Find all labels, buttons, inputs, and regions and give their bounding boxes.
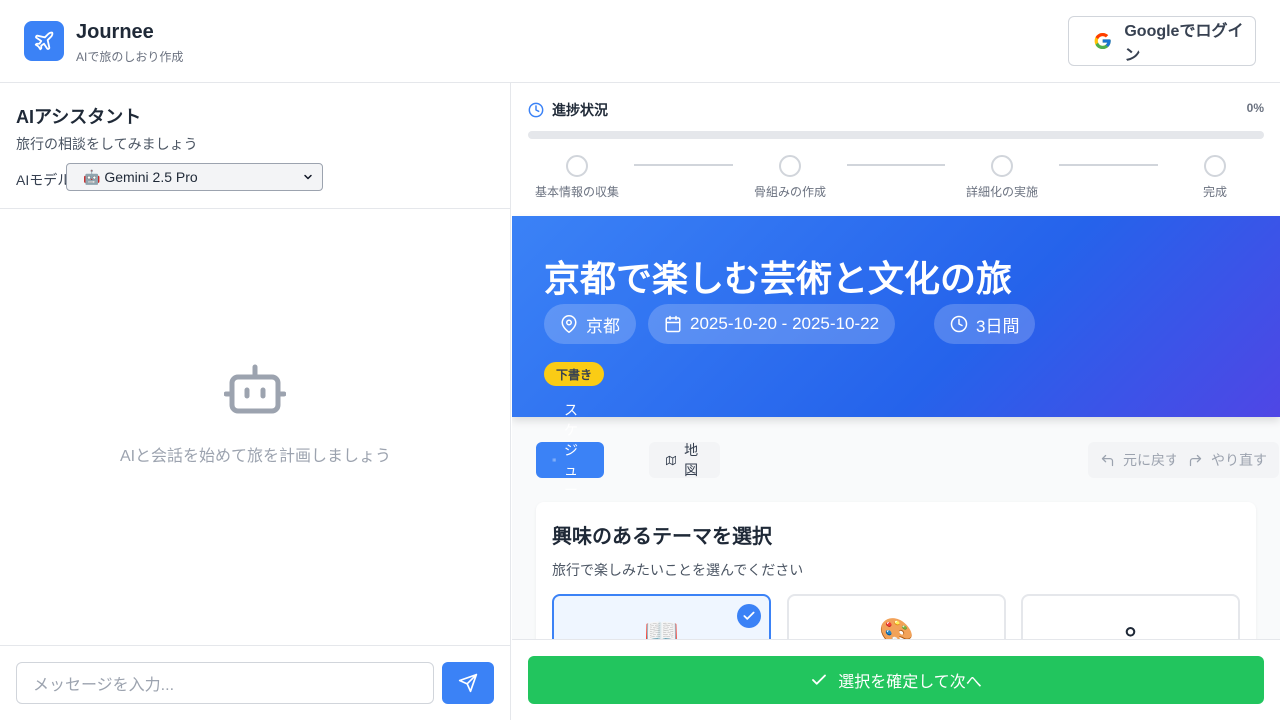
step-item: 骨組みの作成	[735, 155, 845, 200]
trip-location: 京都	[544, 304, 636, 344]
step-label: 骨組みの作成	[753, 185, 826, 199]
tab-map[interactable]: 地図	[649, 442, 720, 478]
brand-subtitle: AIで旅のしおり作成	[76, 50, 184, 64]
model-selected-value: 🤖 Gemini 2.5 Pro	[83, 168, 198, 185]
airplane-icon	[34, 31, 54, 51]
itinerary-panel: 進捗状況 0% 基本情報の収集 骨組みの作成 詳細化の実施 完成 京都で楽しむ芸…	[512, 83, 1280, 720]
model-select[interactable]: 🤖 Gemini 2.5 Pro	[66, 163, 323, 191]
trip-duration-text: 3日間	[976, 316, 1020, 336]
step-connector	[634, 164, 733, 166]
progress-label: 進捗状況	[528, 100, 608, 120]
trip-dates-text: 2025-10-20 - 2025-10-22	[690, 314, 880, 333]
check-icon	[812, 674, 827, 685]
step-circle	[991, 155, 1013, 177]
chevron-down-icon	[304, 174, 312, 180]
trip-title: 京都で楽しむ芸術と文化の旅	[544, 258, 1013, 299]
step-item: 完成	[1160, 155, 1270, 200]
progress-bar	[528, 131, 1264, 139]
progress-percent: 0%	[1246, 101, 1264, 115]
clock-icon	[950, 315, 968, 333]
check-icon	[737, 604, 761, 628]
trip-dates: 2025-10-20 - 2025-10-22	[648, 304, 896, 344]
send-button[interactable]	[442, 662, 494, 704]
clock-icon	[528, 102, 544, 118]
map-icon	[666, 455, 677, 465]
chat-panel: AIアシスタント 旅行の相談をしてみましょう AIモデル: 🤖 Gemini 2…	[0, 83, 511, 720]
brand-name: Journee	[76, 21, 154, 43]
google-icon	[1094, 32, 1111, 50]
status-badge: 下書き	[544, 362, 605, 386]
redo-label: やり直す	[1211, 452, 1267, 468]
step-label: 完成	[1202, 185, 1227, 199]
google-login-label: Googleでログイン	[1124, 23, 1244, 64]
step-circle	[566, 155, 588, 177]
chat-input-bar: メッセージを入力...	[0, 645, 511, 720]
undo-label: 元に戻す	[1123, 452, 1179, 468]
chat-empty-message: AIと会話を始めて旅を計画しましょう	[119, 448, 392, 465]
trip-hero: 京都で楽しむ芸術と文化の旅 京都 2025-10-20 - 2025-10-22…	[512, 216, 1280, 417]
bot-icon	[223, 363, 287, 422]
progress-section: 進捗状況 0% 基本情報の収集 骨組みの作成 詳細化の実施 完成	[512, 83, 1280, 216]
step-circle	[1204, 155, 1226, 177]
confirm-button[interactable]: 選択を確定して次へ	[528, 656, 1264, 704]
chat-description: 旅行の相談をしてみましょう	[16, 136, 198, 152]
redo-button[interactable]: やり直す	[1176, 442, 1279, 478]
step-label: 詳細化の実施	[965, 185, 1038, 199]
confirm-bar: 選択を確定して次へ	[512, 639, 1280, 720]
step-item: 詳細化の実施	[947, 155, 1057, 200]
tab-map-label: 地図	[684, 442, 699, 478]
step-label: 基本情報の収集	[534, 185, 619, 199]
google-login-button[interactable]: Googleでログイン	[1068, 16, 1256, 66]
chat-title: AIアシスタント	[16, 107, 142, 127]
confirm-label: 選択を確定して次へ	[838, 674, 982, 691]
chat-input[interactable]: メッセージを入力...	[16, 662, 434, 704]
step-connector	[1059, 164, 1158, 166]
redo-icon	[1189, 454, 1202, 466]
list-icon	[552, 458, 556, 462]
chat-header: AIアシスタント 旅行の相談をしてみましょう AIモデル: 🤖 Gemini 2…	[0, 83, 511, 209]
trip-duration: 3日間	[934, 304, 1036, 344]
step-connector	[847, 164, 945, 166]
trip-location-text: 京都	[586, 316, 620, 336]
interest-title: 興味のあるテーマを選択	[552, 526, 772, 548]
map-pin-icon	[561, 315, 577, 333]
interest-description: 旅行で楽しみたいことを選んでください	[552, 562, 804, 578]
send-icon	[458, 673, 478, 693]
step-item: 基本情報の収集	[522, 155, 632, 200]
calendar-icon	[665, 315, 681, 333]
step-circle	[779, 155, 801, 177]
tab-schedule[interactable]: スケジュール	[536, 402, 604, 518]
app-header: Journee AIで旅のしおり作成 Googleでログイン	[0, 0, 1280, 83]
progress-label-text: 進捗状況	[552, 102, 608, 118]
undo-icon	[1101, 454, 1114, 466]
app-logo	[24, 21, 64, 61]
